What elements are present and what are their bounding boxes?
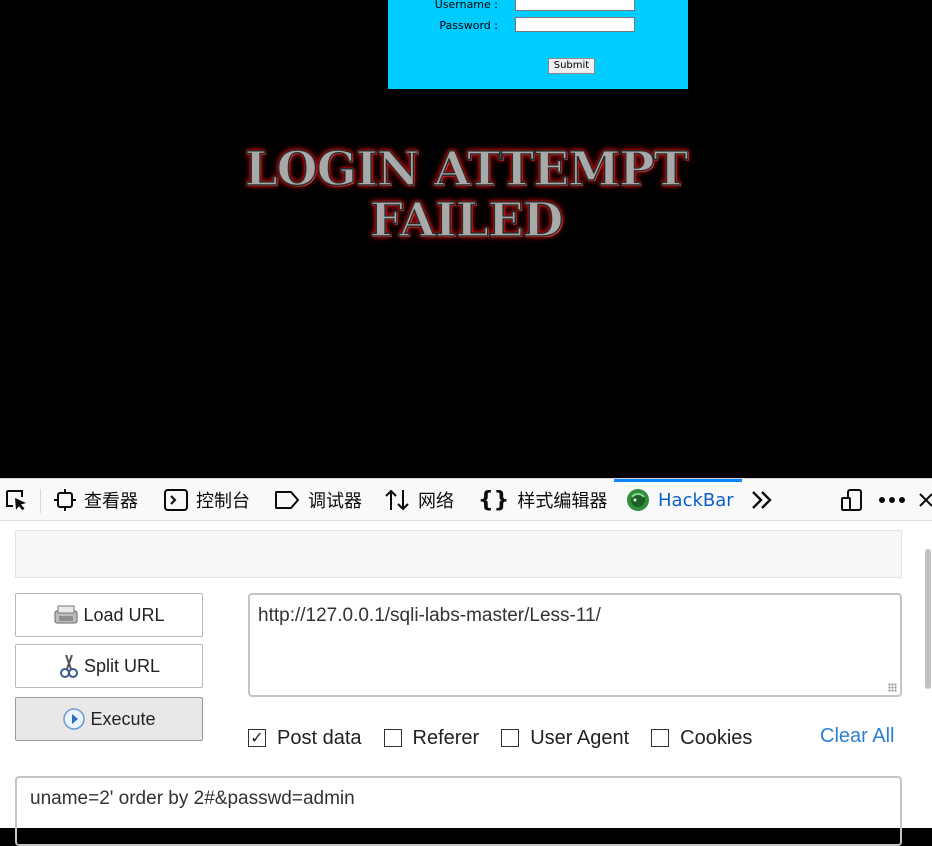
- scrollbar-thumb[interactable]: [925, 549, 931, 689]
- toolbar-separator: [40, 489, 41, 513]
- tab-network-label: 网络: [418, 491, 454, 512]
- page-viewport: Username : Password : Submit LOGIN ATTEM…: [0, 0, 932, 478]
- post-data-value: uname=2' order by 2#&passwd=admin: [30, 788, 355, 809]
- play-icon: [63, 708, 86, 730]
- referer-label: Referer: [412, 726, 480, 749]
- load-url-icon: [54, 605, 78, 624]
- element-picker-button[interactable]: [4, 479, 30, 521]
- load-url-label: Load URL: [83, 604, 165, 625]
- split-url-button[interactable]: Split URL: [15, 644, 203, 688]
- hackbar-message-area: [15, 530, 902, 578]
- responsive-design-icon: [841, 489, 862, 511]
- options-menu-button[interactable]: [878, 479, 906, 521]
- submit-button[interactable]: Submit: [548, 58, 595, 74]
- devtools-toolbar: 查看器 控制台 调试器 网络 {} 样式编辑器 HackBar: [0, 478, 932, 521]
- tab-inspector-label: 查看器: [84, 491, 138, 512]
- tab-debugger[interactable]: 调试器: [274, 479, 362, 521]
- login-failed-banner-line1: LOGIN ATTEMPT: [244, 141, 689, 198]
- referer-checkbox[interactable]: [383, 729, 402, 747]
- tab-hackbar[interactable]: HackBar: [626, 479, 734, 521]
- more-tools-button[interactable]: [750, 479, 774, 521]
- tab-inspector[interactable]: 查看器: [54, 479, 138, 521]
- username-label: Username :: [434, 0, 498, 11]
- tab-debugger-label: 调试器: [308, 491, 362, 512]
- password-input[interactable]: [515, 17, 635, 32]
- tab-hackbar-label: HackBar: [658, 489, 734, 511]
- execute-label: Execute: [90, 708, 156, 729]
- cookies-checkbox[interactable]: [651, 729, 670, 747]
- request-options: ✓ Post data Referer User Agent Cookies: [248, 725, 774, 751]
- tab-style-editor-label: 样式编辑器: [517, 491, 608, 512]
- login-failed-banner-line2: FAILED: [369, 192, 564, 249]
- tab-style-editor[interactable]: {} 样式编辑器: [478, 479, 607, 521]
- hackbar-panel: Load URL Split URL Execute http://127.0.…: [0, 521, 932, 846]
- login-form: Username : Password : Submit: [388, 0, 688, 89]
- console-icon: [164, 489, 188, 511]
- option-post-data[interactable]: ✓ Post data: [248, 727, 362, 750]
- tab-console[interactable]: 控制台: [164, 479, 250, 521]
- username-input[interactable]: [515, 0, 635, 11]
- execute-button[interactable]: Execute: [15, 697, 203, 741]
- close-devtools-button[interactable]: [918, 479, 932, 521]
- user-agent-label: User Agent: [530, 726, 630, 749]
- tab-console-label: 控制台: [196, 491, 250, 512]
- option-referer[interactable]: Referer: [383, 726, 480, 750]
- url-value: http://127.0.0.1/sqli-labs-master/Less-1…: [258, 605, 601, 626]
- debugger-icon: [275, 491, 299, 509]
- cookies-label: Cookies: [680, 726, 753, 749]
- chevron-double-right-icon: [752, 491, 772, 509]
- split-url-label: Split URL: [83, 655, 161, 676]
- inspector-icon: [54, 489, 76, 511]
- password-label: Password :: [439, 19, 498, 32]
- post-data-checkbox[interactable]: ✓: [248, 729, 266, 747]
- network-icon: [385, 489, 409, 511]
- clear-all-link[interactable]: Clear All: [820, 725, 894, 748]
- element-picker-icon: [6, 490, 26, 511]
- checkmark-icon: ✓: [250, 730, 264, 747]
- post-data-label: Post data: [277, 726, 362, 749]
- url-textarea[interactable]: http://127.0.0.1/sqli-labs-master/Less-1…: [248, 593, 902, 697]
- resize-grip-icon[interactable]: [888, 683, 897, 692]
- close-icon: [919, 493, 932, 507]
- user-agent-checkbox[interactable]: [501, 729, 520, 747]
- post-data-textarea[interactable]: uname=2' order by 2#&passwd=admin: [15, 776, 902, 846]
- option-cookies[interactable]: Cookies: [651, 727, 752, 750]
- username-row: Username :: [388, 0, 688, 14]
- responsive-design-button[interactable]: [840, 479, 864, 521]
- style-editor-icon: {}: [478, 487, 510, 513]
- scissors-icon: [59, 654, 78, 678]
- panel-scrollbar[interactable]: [924, 521, 932, 828]
- hackbar-icon: [627, 489, 649, 511]
- more-horizontal-icon: [879, 497, 905, 503]
- tab-network[interactable]: 网络: [384, 479, 454, 521]
- option-user-agent[interactable]: User Agent: [501, 727, 629, 750]
- load-url-button[interactable]: Load URL: [15, 593, 203, 637]
- password-row: Password :: [388, 17, 688, 35]
